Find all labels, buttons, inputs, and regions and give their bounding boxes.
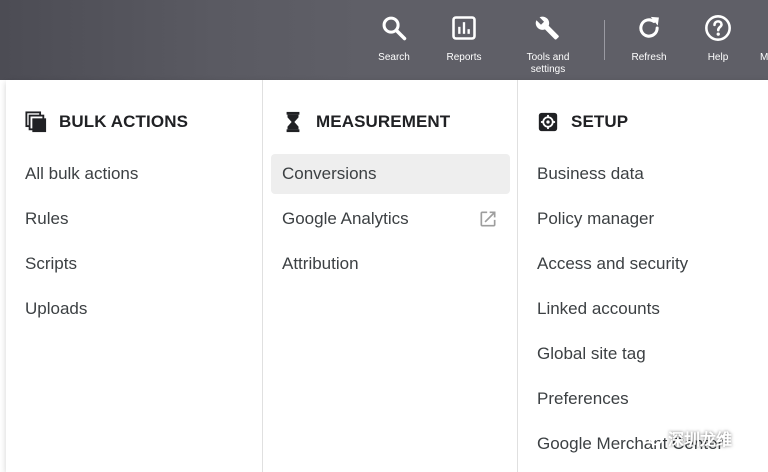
refresh-button[interactable]: Refresh: [626, 14, 672, 64]
menu-item-preferences[interactable]: Preferences: [526, 379, 765, 419]
menu-item-attribution[interactable]: Attribution: [271, 244, 510, 284]
open-in-new-icon: [480, 211, 496, 227]
toolbar-background: [0, 0, 360, 80]
gear-icon: [536, 110, 560, 134]
menu-item-business-data[interactable]: Business data: [526, 154, 765, 194]
chat-bubble-logo-icon: [640, 430, 663, 446]
menu-item-linked-accounts[interactable]: Linked accounts: [526, 289, 765, 329]
setup-header: SETUP: [536, 110, 628, 134]
reports-icon: [452, 16, 476, 40]
top-toolbar: Search Reports Tools and settings Refresh…: [0, 0, 768, 80]
menu-item-uploads[interactable]: Uploads: [14, 289, 253, 329]
toolbar-divider: [604, 20, 605, 60]
tools-label: Tools and settings: [527, 52, 570, 76]
menu-item-google-analytics[interactable]: Google Analytics: [271, 199, 510, 239]
help-icon: [705, 15, 731, 41]
reports-label: Reports: [446, 52, 482, 63]
search-icon: [382, 16, 407, 41]
bulk-actions-header: BULK ACTIONS: [24, 110, 188, 134]
menu-item-scripts[interactable]: Scripts: [14, 244, 253, 284]
help-button[interactable]: Help: [700, 14, 736, 64]
measurement-header: MEASUREMENT: [281, 110, 450, 134]
bulk-actions-column: BULK ACTIONS All bulk actions Rules Scri…: [6, 80, 262, 472]
menu-item-global-site-tag[interactable]: Global site tag: [526, 334, 765, 374]
bulk-actions-heading: BULK ACTIONS: [59, 112, 189, 131]
search-button[interactable]: Search: [374, 14, 414, 64]
menu-item-rules[interactable]: Rules: [14, 199, 253, 239]
measurement-heading: MEASUREMENT: [316, 112, 451, 131]
measurement-column: MEASUREMENT Conversions Google Analytics…: [262, 80, 517, 472]
search-label: Search: [378, 52, 410, 63]
reports-button[interactable]: Reports: [440, 14, 488, 64]
tools-label-line1: Tools and: [526, 52, 570, 63]
watermark-text: 深圳龙维: [668, 432, 733, 449]
setup-heading: SETUP: [571, 112, 629, 131]
setup-column: SETUP Business data Policy manager Acces…: [517, 80, 768, 472]
watermark: 深圳龙维: [640, 426, 732, 450]
refresh-label: Refresh: [631, 52, 667, 63]
hourglass-icon: [281, 110, 305, 134]
menu-item-conversions[interactable]: Conversions: [271, 154, 510, 194]
tools-and-settings-button[interactable]: Tools and settings: [518, 14, 578, 76]
wrench-icon: [535, 16, 559, 40]
menu-item-access-and-security[interactable]: Access and security: [526, 244, 765, 284]
menu-item-policy-manager[interactable]: Policy manager: [526, 199, 765, 239]
tools-label-line2: settings: [530, 64, 566, 75]
google-analytics-label: Google Analytics: [282, 209, 409, 228]
bulk-actions-icon: [24, 110, 48, 134]
refresh-icon: [639, 16, 659, 38]
menu-item-all-bulk-actions[interactable]: All bulk actions: [14, 154, 253, 194]
toolbar-edge-label: M: [760, 52, 768, 63]
help-label: Help: [707, 52, 729, 63]
